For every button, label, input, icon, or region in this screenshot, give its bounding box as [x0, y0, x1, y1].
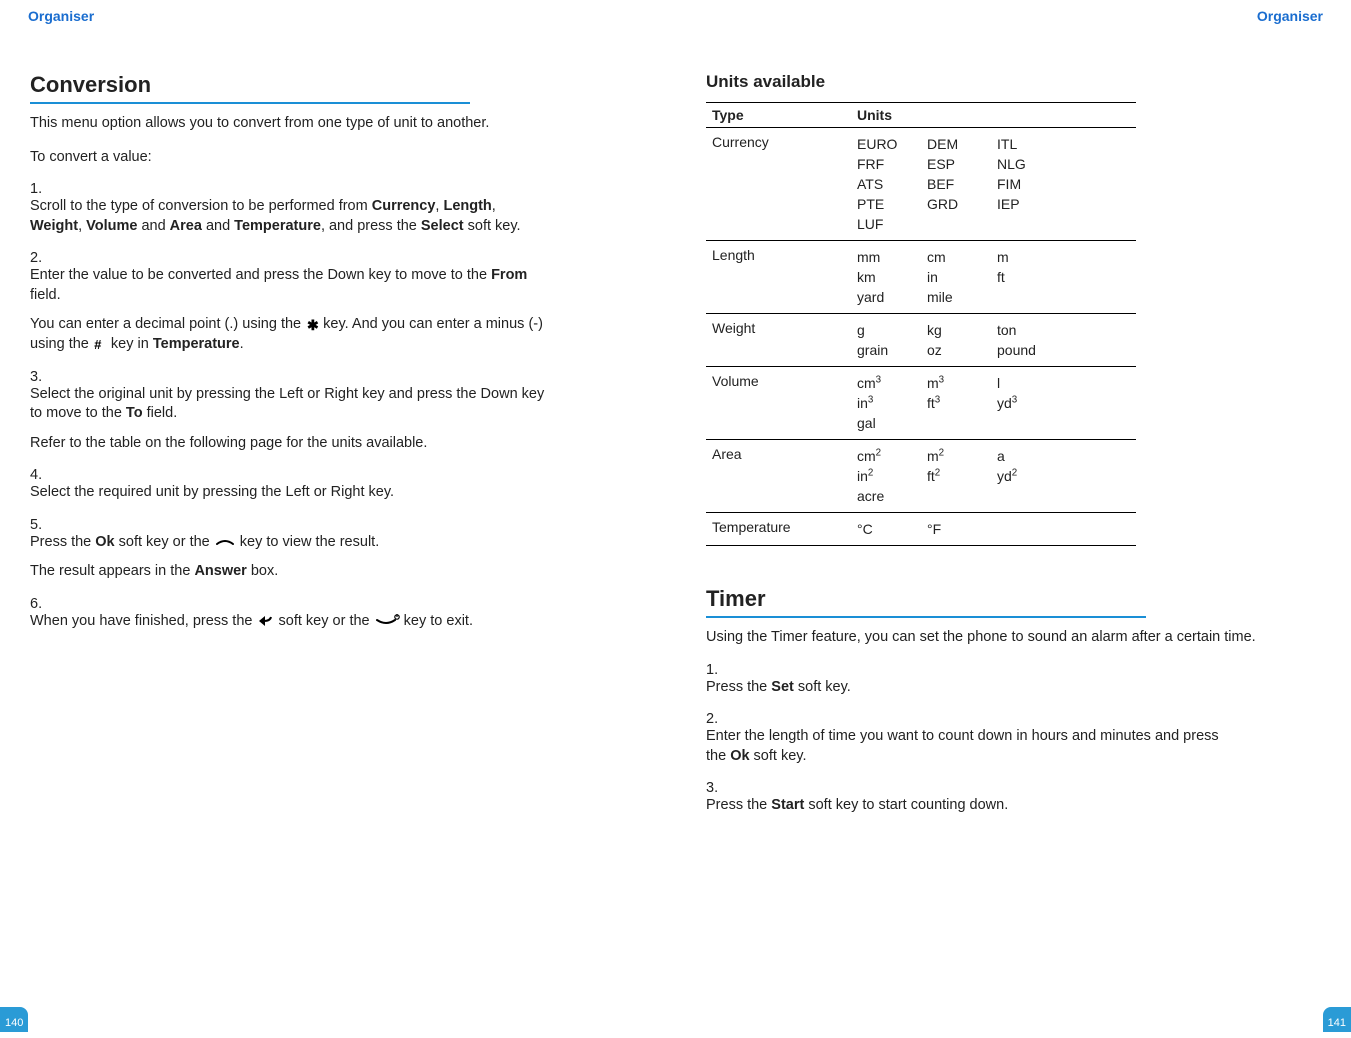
step-number: 3.	[30, 369, 52, 385]
unit-cell: pound	[997, 340, 1067, 360]
unit-cell: in2	[857, 466, 927, 486]
unit-cell: m2	[927, 446, 997, 466]
volume-units: cm3m3l in3ft3yd3 gal	[857, 373, 1130, 433]
table-row: Length mmcmmkminftyardmile	[706, 241, 1136, 314]
unit-cell: a	[997, 446, 1067, 466]
step-2: Enter the value to be converted and pres…	[30, 266, 549, 354]
table-row: Currency EURODEMITLFRFESPNLGATSBEFFIMPTE…	[706, 128, 1136, 241]
star-key-icon: ✱	[305, 318, 319, 332]
step-4: Select the required unit by pressing the…	[30, 483, 549, 503]
th-type: Type	[706, 103, 851, 128]
unit-cell: IEP	[997, 194, 1067, 214]
unit-cell: in3	[857, 393, 927, 413]
unit-cell: m	[997, 247, 1067, 267]
step-5: Press the Ok soft key or the key to view…	[30, 533, 549, 582]
unit-cell: grain	[857, 340, 927, 360]
unit-cell: cm3	[857, 373, 927, 393]
page-number-left: 140	[0, 1007, 28, 1032]
table-row: Volume cm3m3lin3ft3yd3gal	[706, 367, 1136, 440]
units-table: Type Units Currency EURODEMITLFRFESPNLGA…	[706, 102, 1136, 546]
unit-cell: ESP	[927, 154, 997, 174]
step-6: When you have finished, press the soft k…	[30, 612, 549, 632]
section-title-timer: Timer	[706, 586, 1146, 618]
header-right: Organiser	[676, 8, 1351, 32]
table-row: Area cm2m2ain2ft2yd2acre	[706, 440, 1136, 513]
step-number: 1.	[706, 662, 728, 678]
unit-cell: FRF	[857, 154, 927, 174]
unit-cell: DEM	[927, 134, 997, 154]
unit-cell: NLG	[997, 154, 1067, 174]
timer-step-3: Press the Start soft key to start counti…	[706, 796, 1235, 816]
end-key-icon	[374, 613, 400, 629]
unit-cell: yd3	[997, 393, 1067, 413]
unit-cell: FIM	[997, 174, 1067, 194]
timer-steps: 1. Press the Set soft key. 2. Enter the …	[706, 662, 1261, 816]
unit-cell: LUF	[857, 214, 927, 234]
unit-cell: cm	[927, 247, 997, 267]
svg-text:✱: ✱	[307, 318, 319, 332]
length-units: mmcmm kminft yardmile	[857, 247, 1130, 307]
lead-text: To convert a value:	[30, 148, 575, 168]
unit-cell: cm2	[857, 446, 927, 466]
unit-cell: yd2	[997, 466, 1067, 486]
unit-cell: m3	[927, 373, 997, 393]
weight-units: gkgton grainozpound	[857, 320, 1130, 360]
units-available-title: Units available	[706, 72, 1261, 92]
step-number: 3.	[706, 780, 728, 796]
unit-cell: °F	[927, 519, 997, 539]
step-number: 6.	[30, 596, 52, 612]
unit-cell: ITL	[997, 134, 1067, 154]
unit-cell: kg	[927, 320, 997, 340]
header-left: Organiser	[0, 8, 675, 32]
unit-cell: oz	[927, 340, 997, 360]
intro-text: This menu option allows you to convert f…	[30, 114, 575, 134]
step-number: 2.	[30, 250, 52, 266]
step-number: 2.	[706, 711, 728, 727]
unit-cell: g	[857, 320, 927, 340]
timer-step-1: Press the Set soft key.	[706, 678, 1235, 698]
timer-intro: Using the Timer feature, you can set the…	[706, 628, 1261, 648]
unit-cell: BEF	[927, 174, 997, 194]
unit-cell: mile	[927, 287, 997, 307]
conversion-steps: 1. Scroll to the type of conversion to b…	[30, 181, 575, 631]
call-key-icon	[214, 535, 236, 549]
table-row: Weight gkgtongrainozpound	[706, 314, 1136, 367]
unit-cell: ft2	[927, 466, 997, 486]
section-title-conversion: Conversion	[30, 72, 470, 104]
unit-cell: ATS	[857, 174, 927, 194]
th-units: Units	[851, 103, 1136, 128]
unit-cell: °C	[857, 519, 927, 539]
content-left: Conversion This menu option allows you t…	[0, 32, 675, 631]
step-1: Scroll to the type of conversion to be p…	[30, 197, 549, 236]
content-right: Units available Type Units Currency EURO…	[676, 32, 1351, 816]
step-3: Select the original unit by pressing the…	[30, 385, 549, 454]
manual-page-right: Organiser Units available Type Units Cur…	[676, 0, 1351, 1038]
area-units: cm2m2a in2ft2yd2 acre	[857, 446, 1130, 506]
manual-page-left: Organiser Conversion This menu option al…	[0, 0, 675, 1038]
unit-cell: ft	[997, 267, 1067, 287]
unit-cell: PTE	[857, 194, 927, 214]
unit-cell: mm	[857, 247, 927, 267]
unit-cell: gal	[857, 413, 927, 433]
temperature-units: °C°F	[857, 519, 1130, 539]
unit-cell: acre	[857, 486, 927, 506]
timer-step-2: Enter the length of time you want to cou…	[706, 727, 1235, 766]
step-number: 4.	[30, 467, 52, 483]
page-number-right: 141	[1323, 1007, 1351, 1032]
currency-units: EURODEMITL FRFESPNLG ATSBEFFIM PTEGRDIEP LUF	[857, 134, 1130, 234]
unit-cell: ton	[997, 320, 1067, 340]
step-number: 5.	[30, 517, 52, 533]
unit-cell: in	[927, 267, 997, 287]
unit-cell: l	[997, 373, 1067, 393]
unit-cell: EURO	[857, 134, 927, 154]
table-row: Temperature °C°F	[706, 513, 1136, 546]
svg-text:#: #	[94, 337, 102, 351]
unit-cell: GRD	[927, 194, 997, 214]
step-number: 1.	[30, 181, 52, 197]
back-arrow-icon	[257, 614, 275, 628]
unit-cell: ft3	[927, 393, 997, 413]
unit-cell: yard	[857, 287, 927, 307]
hash-key-icon: #	[93, 337, 107, 351]
unit-cell: km	[857, 267, 927, 287]
